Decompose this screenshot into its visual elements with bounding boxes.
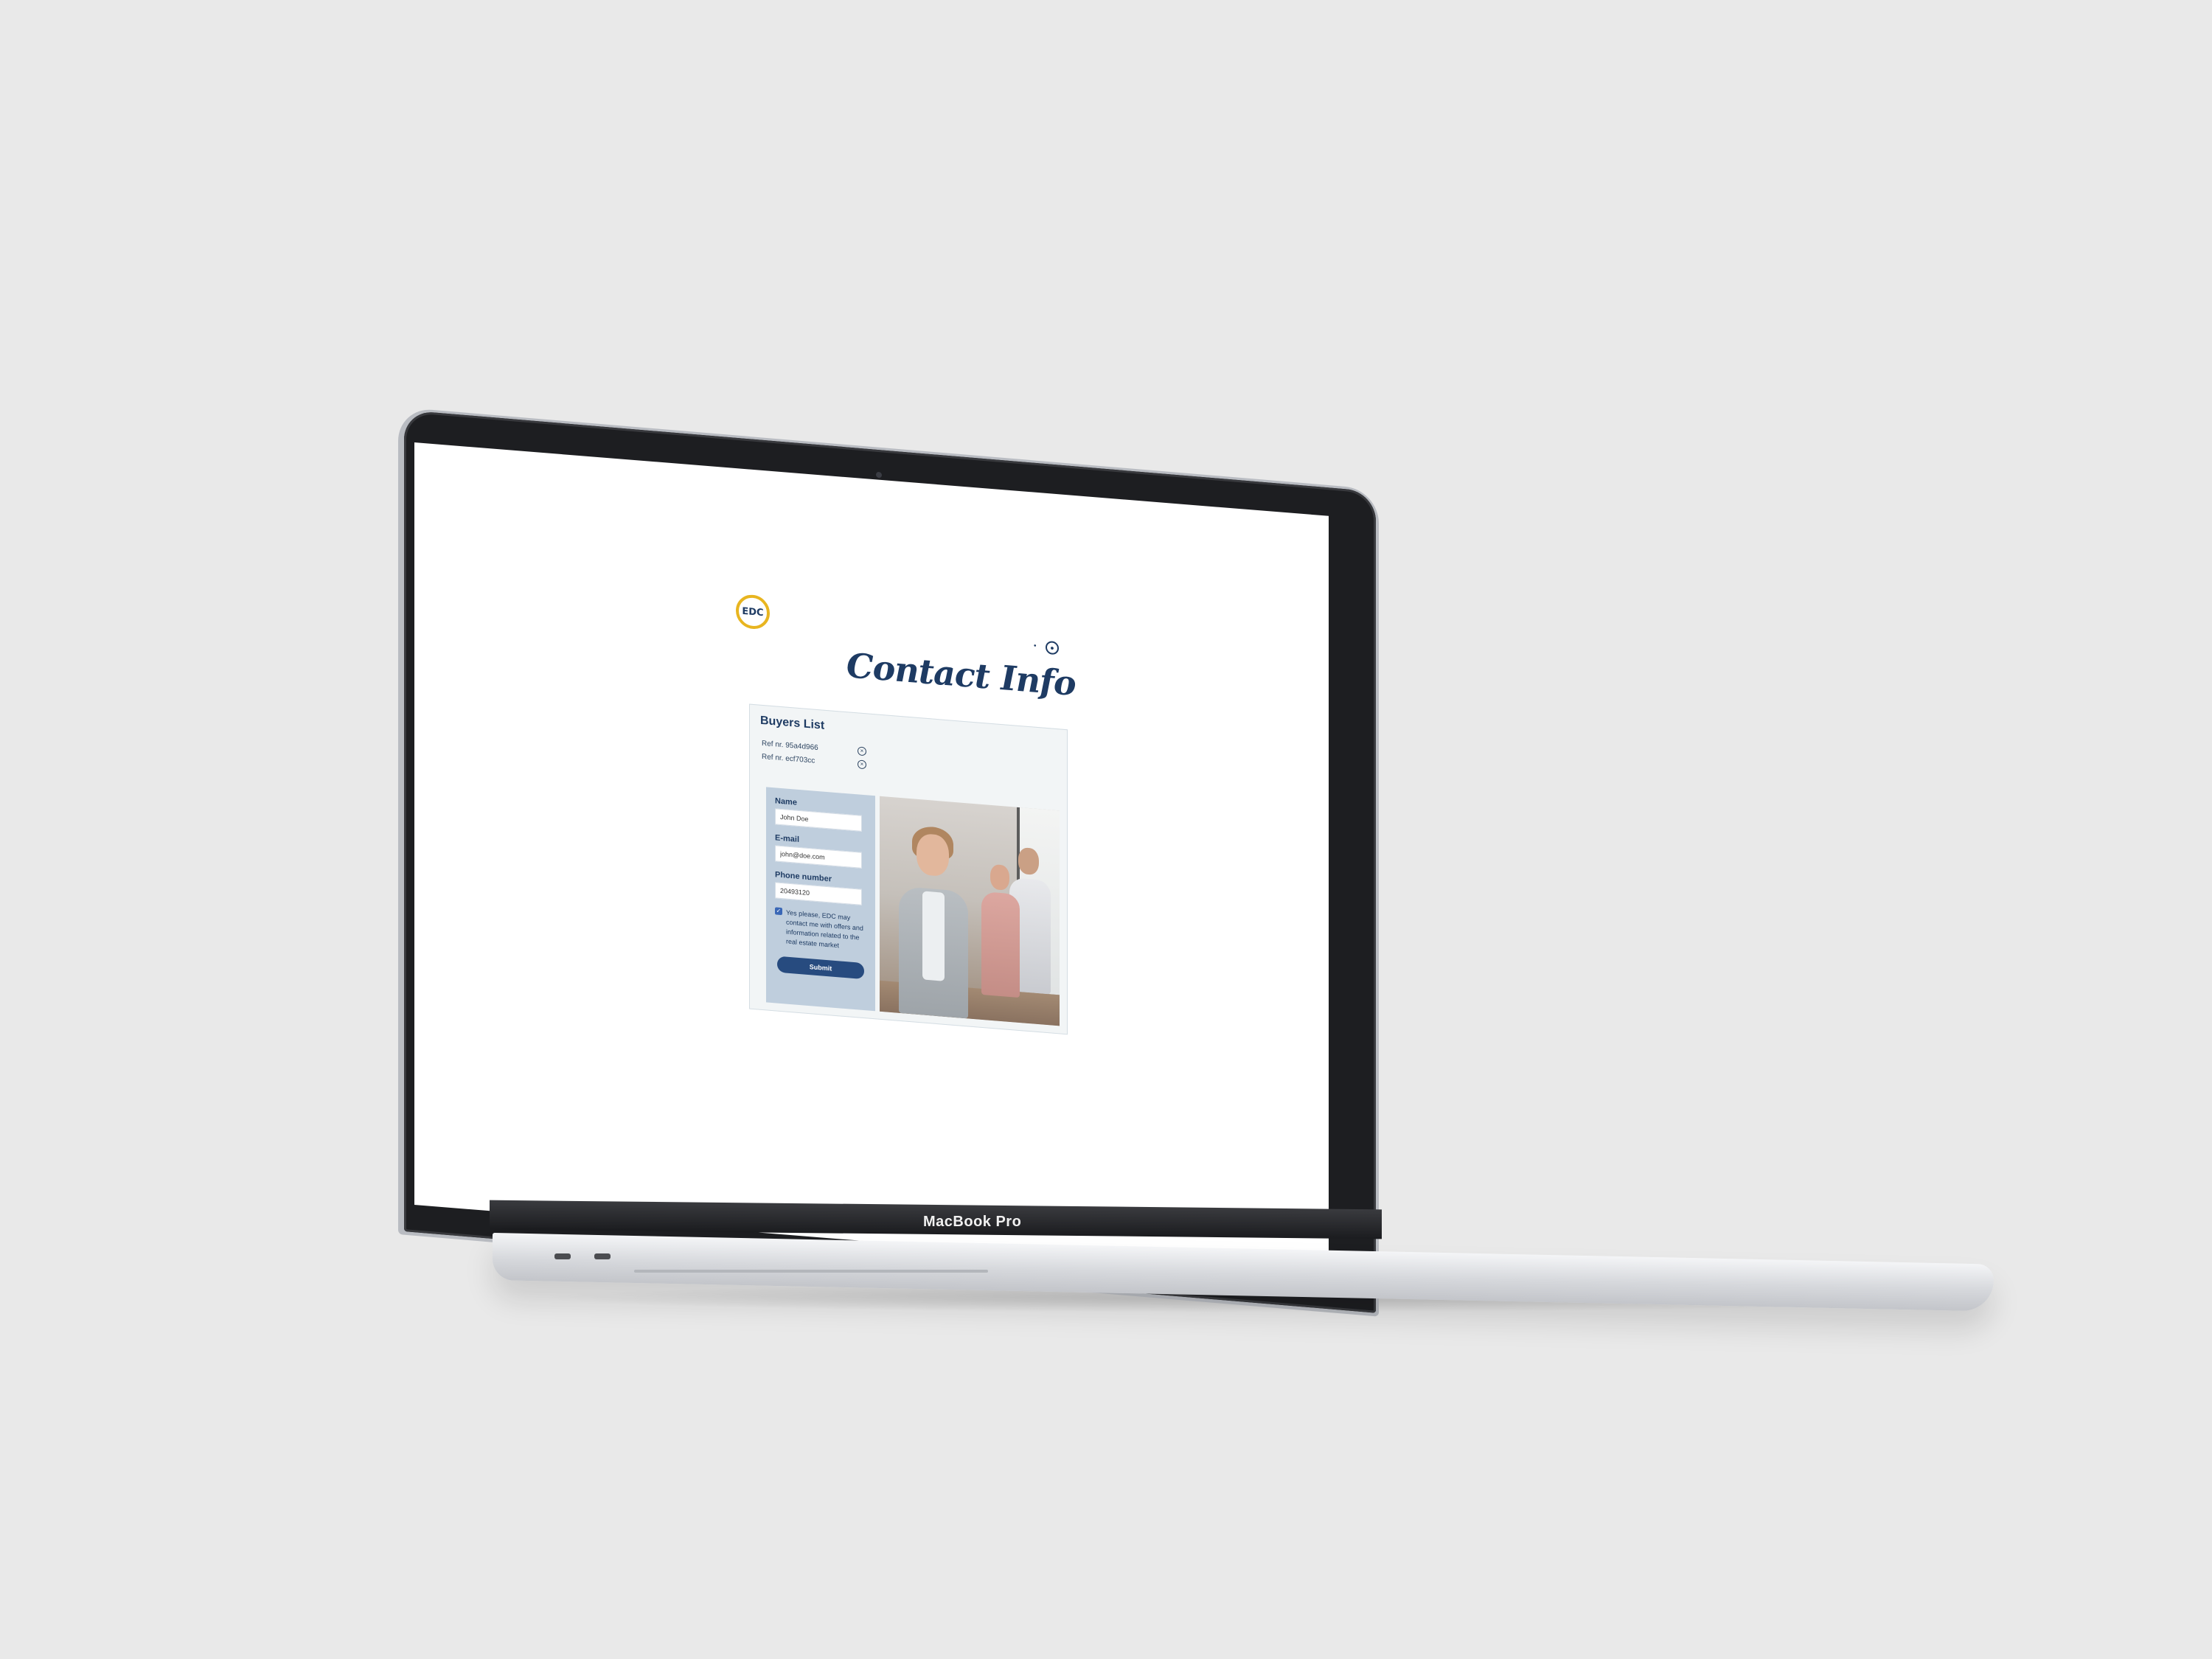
device-brand-label: MacBook Pro [923, 1214, 1022, 1230]
photo-person-woman [981, 891, 1020, 998]
phone-field[interactable] [775, 882, 862, 905]
contact-form: Name E-mail Phone number ✓ Yes please, E… [766, 787, 875, 1012]
page-title: Contact Info [846, 645, 1076, 704]
remove-icon[interactable]: × [858, 746, 866, 757]
user-icon[interactable]: ● [1046, 640, 1059, 655]
photo-person-man-head [1018, 846, 1039, 876]
buyers-list: Ref nr. 95a4d966 × Ref nr. ecf703cc × [762, 737, 866, 771]
contact-card: Buyers List Ref nr. 95a4d966 × Ref nr. e… [749, 703, 1068, 1035]
buyer-ref: Ref nr. ecf703cc [762, 752, 815, 765]
buyers-list-title: Buyers List [760, 714, 825, 732]
consent-checkbox[interactable]: ✓ [775, 907, 782, 916]
photo-agent-shirt [922, 891, 945, 981]
logo-text: EDC [742, 605, 764, 619]
usb-port [594, 1253, 611, 1259]
consent-row: ✓ Yes please, EDC may contact me with of… [775, 907, 866, 953]
edc-logo[interactable]: EDC [736, 594, 770, 630]
header-icons: • ● [1034, 640, 1059, 655]
notification-icon[interactable]: • [1034, 642, 1041, 651]
submit-button[interactable]: Submit [777, 956, 864, 980]
browser-viewport: EDC • ● Contact Info Buyers List Ref nr.… [414, 442, 1329, 1279]
photo-person-woman-head [990, 863, 1009, 891]
email-field[interactable] [775, 845, 862, 869]
camera-icon [876, 471, 882, 479]
base-edge [634, 1270, 988, 1273]
usb-port [554, 1253, 571, 1259]
consent-text: Yes please, EDC may contact me with offe… [786, 908, 863, 950]
laptop-mockup: EDC • ● Contact Info Buyers List Ref nr.… [0, 0, 2212, 1659]
photo-agent-head [917, 832, 949, 877]
remove-icon[interactable]: × [858, 759, 866, 770]
name-field[interactable] [775, 808, 862, 832]
real-estate-photo [880, 796, 1060, 1026]
